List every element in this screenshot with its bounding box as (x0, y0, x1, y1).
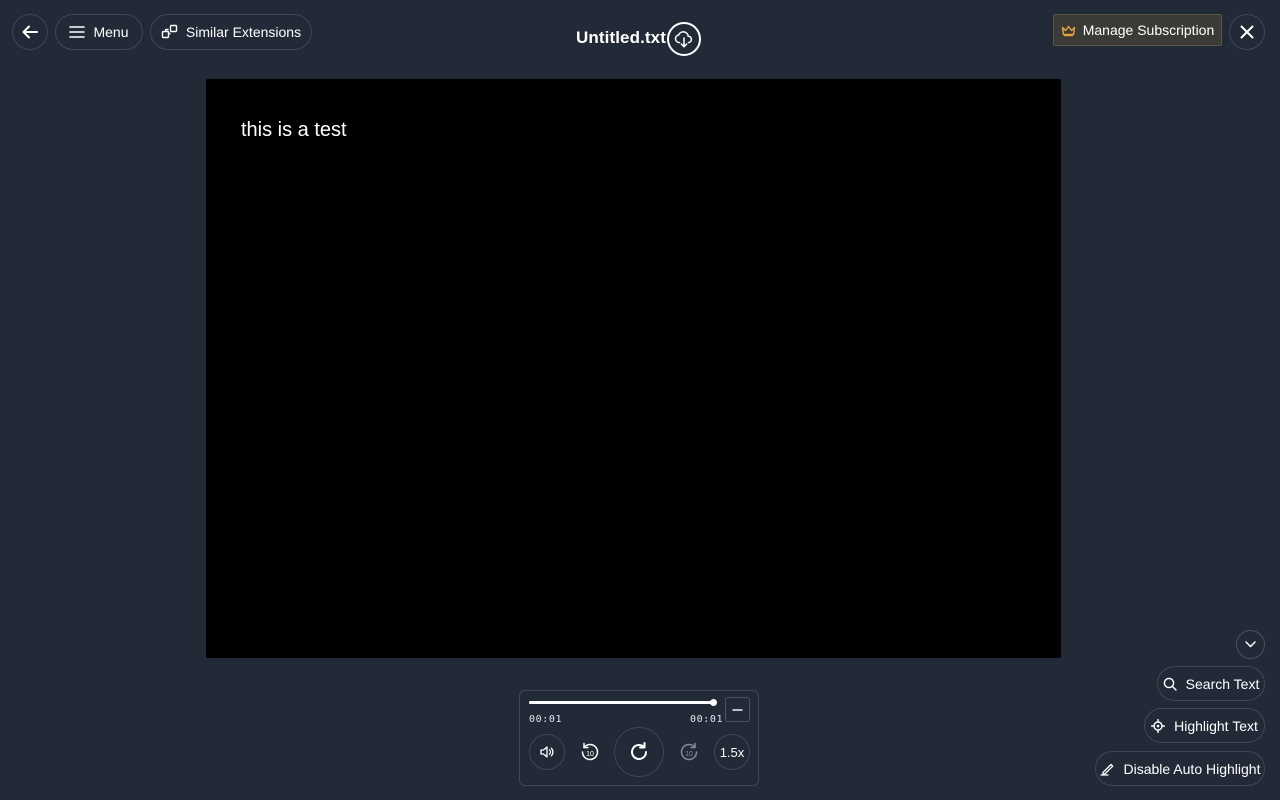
menu-button[interactable]: Menu (55, 14, 143, 50)
volume-button[interactable] (529, 734, 565, 770)
rewind-seconds: 10 (586, 751, 594, 758)
progress-fill (529, 701, 714, 704)
search-text-button[interactable]: Search Text (1157, 666, 1265, 701)
total-time: 00:01 (690, 714, 724, 725)
arrow-left-icon (21, 23, 39, 41)
replay-icon (628, 741, 650, 763)
extensions-icon (161, 24, 178, 41)
progress-thumb[interactable] (710, 699, 717, 706)
download-button[interactable] (667, 22, 701, 56)
highlight-text-label: Highlight Text (1174, 717, 1258, 734)
playback-speed-button[interactable]: 1.5x (714, 734, 750, 770)
target-icon (1151, 718, 1166, 733)
chevron-down-icon (1245, 641, 1256, 648)
highlight-text-button[interactable]: Highlight Text (1144, 708, 1265, 743)
manage-subscription-button[interactable]: Manage Subscription (1053, 14, 1222, 46)
pen-icon (1099, 762, 1115, 776)
document-text: this is a test (241, 119, 347, 141)
forward-10-button[interactable]: 10 (671, 734, 707, 770)
menu-label: Menu (93, 24, 129, 40)
collapse-player-button[interactable] (725, 697, 750, 722)
document-viewer: this is a test (206, 79, 1061, 658)
rewind-10-icon: 10 (579, 741, 601, 763)
cloud-download-icon (674, 30, 694, 48)
hamburger-icon (69, 25, 86, 39)
expand-tools-button[interactable] (1236, 630, 1265, 659)
search-icon (1163, 677, 1177, 691)
progress-bar[interactable] (529, 699, 717, 706)
current-time: 00:01 (529, 714, 563, 725)
replay-button[interactable] (614, 727, 664, 777)
document-title: Untitled.txt (576, 28, 666, 47)
back-button[interactable] (12, 14, 48, 50)
crown-icon (1061, 24, 1076, 37)
minus-icon (732, 708, 743, 711)
close-icon (1240, 25, 1254, 39)
similar-extensions-button[interactable]: Similar Extensions (150, 14, 312, 50)
similar-extensions-label: Similar Extensions (185, 24, 302, 40)
audio-player: 00:01 00:01 10 10 1.5x (519, 690, 759, 786)
manage-subscription-label: Manage Subscription (1082, 22, 1215, 38)
disable-auto-highlight-label: Disable Auto Highlight (1123, 760, 1261, 777)
search-text-label: Search Text (1185, 675, 1260, 692)
disable-auto-highlight-button[interactable]: Disable Auto Highlight (1095, 751, 1265, 786)
close-button[interactable] (1229, 14, 1265, 50)
rewind-10-button[interactable]: 10 (572, 734, 608, 770)
forward-10-icon: 10 (678, 741, 700, 763)
forward-seconds: 10 (685, 751, 693, 758)
speaker-icon (539, 745, 555, 759)
